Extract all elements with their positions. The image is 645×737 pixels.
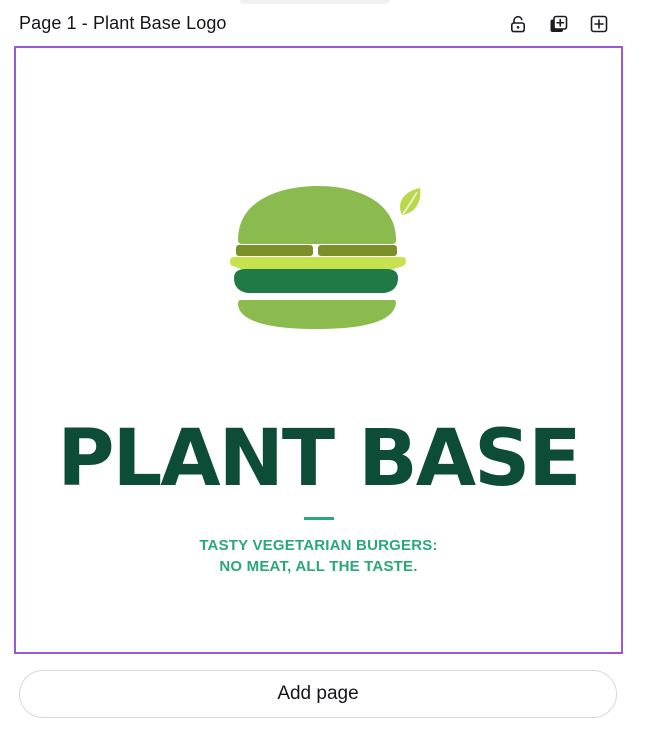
dark-patty-shape bbox=[234, 269, 398, 293]
unlock-icon[interactable] bbox=[508, 14, 528, 34]
add-page-button[interactable]: Add page bbox=[19, 670, 617, 718]
design-canvas[interactable]: PLANT BASE TASTY VEGETARIAN BURGERS: NO … bbox=[14, 46, 623, 654]
page-title[interactable]: Page 1 - Plant Base Logo bbox=[19, 13, 227, 34]
duplicate-page-icon[interactable] bbox=[548, 14, 568, 34]
leaf-shape bbox=[400, 188, 421, 215]
burger-logo-graphic bbox=[230, 186, 421, 329]
patty-bar-left bbox=[236, 245, 313, 256]
page-header: Page 1 - Plant Base Logo bbox=[0, 0, 645, 46]
bottom-bun-shape bbox=[238, 300, 396, 329]
brand-name-text: PLANT BASE bbox=[57, 414, 581, 504]
top-bun-shape bbox=[238, 186, 396, 244]
tagline-line-2: NO MEAT, ALL THE TASTE. bbox=[219, 558, 418, 575]
tagline-text: TASTY VEGETARIAN BURGERS: NO MEAT, ALL T… bbox=[16, 535, 621, 577]
patty-bar-right bbox=[318, 245, 397, 256]
divider-line bbox=[304, 517, 334, 520]
add-page-icon[interactable] bbox=[589, 14, 609, 34]
page-editor: Page 1 - Plant Base Logo PLANT BASE TAST… bbox=[0, 0, 645, 737]
tagline-line-1: TASTY VEGETARIAN BURGERS: bbox=[199, 537, 438, 554]
